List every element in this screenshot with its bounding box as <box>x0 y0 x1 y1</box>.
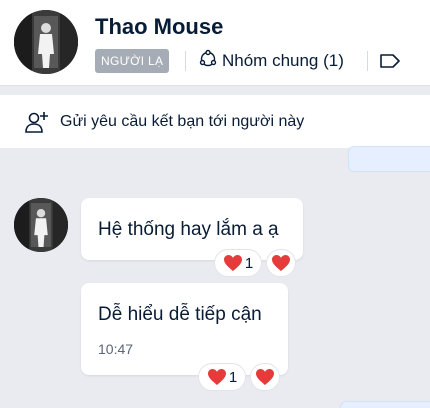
common-groups-button[interactable]: Nhóm chung (1) <box>198 47 344 75</box>
common-groups-label: Nhóm chung (1) <box>222 51 344 70</box>
reaction-summary[interactable]: 1 <box>214 249 262 277</box>
send-friend-request-bar[interactable]: Gửi yêu cầu kết bạn tới người này <box>0 95 430 148</box>
tag-icon <box>380 54 400 68</box>
react-button[interactable] <box>266 249 296 277</box>
heart-icon <box>223 255 242 271</box>
reaction-count: 1 <box>244 254 254 272</box>
message-text: Dễ hiểu dễ tiếp cận <box>98 304 262 325</box>
group-icon <box>198 49 218 74</box>
reaction-count: 1 <box>228 368 238 386</box>
partial-sent-bubble <box>340 401 430 408</box>
message-bubble[interactable]: Dễ hiểu dễ tiếp cận 10:47 <box>81 283 288 375</box>
heart-icon <box>272 255 290 271</box>
divider <box>185 51 186 71</box>
divider <box>367 51 368 71</box>
tag-button[interactable] <box>378 51 402 71</box>
sender-avatar[interactable] <box>14 198 68 252</box>
heart-icon <box>207 369 226 385</box>
message-text: Hệ thống hay lắm a ạ <box>98 219 279 240</box>
react-button[interactable] <box>250 363 280 391</box>
send-friend-request-label: Gửi yêu cầu kết bạn tới người này <box>60 112 305 130</box>
partial-sent-bubble <box>348 146 430 172</box>
chat-header: Thao Mouse NGƯỜI LẠ Nhóm chung (1) <box>0 0 430 86</box>
heart-icon <box>256 369 274 385</box>
stranger-badge: NGƯỜI LẠ <box>95 49 170 73</box>
reaction-summary[interactable]: 1 <box>198 363 246 391</box>
contact-name: Thao Mouse <box>95 14 224 39</box>
message-bubble[interactable]: Hệ thống hay lắm a ạ <box>81 198 303 260</box>
contact-avatar[interactable] <box>14 10 78 74</box>
add-friend-icon <box>25 111 48 133</box>
message-time: 10:47 <box>98 341 134 357</box>
